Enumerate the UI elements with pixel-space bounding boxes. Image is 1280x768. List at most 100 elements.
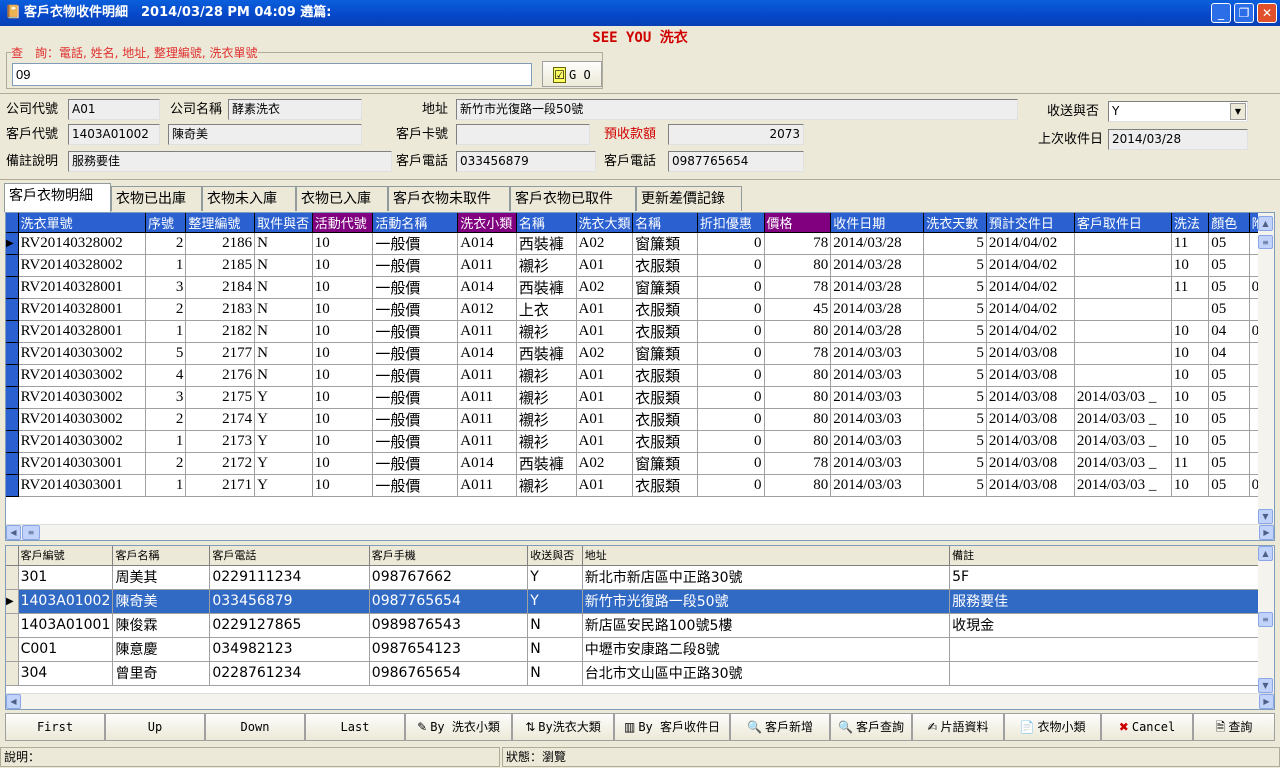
mobile-field[interactable]: 0987765654	[668, 151, 804, 172]
column-header[interactable]: 活動代號	[312, 213, 374, 233]
address-field[interactable]: 新竹市光復路一段50號	[456, 99, 1018, 120]
column-header[interactable]: 名稱	[632, 213, 698, 233]
button-5[interactable]: ⇅ By洗衣大類	[512, 713, 614, 741]
button-6[interactable]: ▥ By 客戶收件日	[614, 713, 730, 741]
column-header[interactable]: 顏色	[1208, 213, 1250, 233]
scroll-right-icon[interactable]: ▶	[1259, 525, 1274, 540]
list-item[interactable]: C001 陳意慶 034982123 0987654123 N 中壢市安康路二段8號	[6, 637, 1263, 662]
tab-5[interactable]: 客戶衣物已取件	[510, 186, 636, 211]
button-4[interactable]: ✎ By 洗衣小類	[405, 713, 512, 741]
go-button[interactable]: ☑ G O	[542, 61, 602, 87]
column-header[interactable]: 客戶編號	[18, 546, 114, 566]
table-row[interactable]: RV20140303002 1 2173 Y 10 一般價 A011 襯衫 A01 衣服類 0 80 2…	[6, 430, 1271, 453]
column-header[interactable]: 客戶取件日	[1074, 213, 1172, 233]
column-header[interactable]: 洗衣單號	[18, 213, 146, 233]
button-0[interactable]: First	[5, 713, 105, 741]
last-date-field[interactable]: 2014/03/28	[1108, 129, 1248, 150]
chevron-down-icon[interactable]: ▼	[1230, 103, 1246, 120]
table-row[interactable]: RV20140328001 1 2182 N 10 一般價 A011 襯衫 A01 衣服類 0 80 2…	[6, 320, 1271, 343]
column-header[interactable]: 價格	[764, 213, 832, 233]
column-header[interactable]: 收件日期	[830, 213, 925, 233]
customers-vscrollbar[interactable]: ▲ ≡ ▼	[1258, 546, 1274, 693]
scroll-thumb[interactable]: ≡	[1258, 612, 1273, 627]
scroll-up-icon[interactable]: ▲	[1258, 216, 1273, 231]
table-row[interactable]: RV20140328001 2 2183 N 10 一般價 A012 上衣 A01 衣服類 0 45 2…	[6, 298, 1271, 321]
tab-6[interactable]: 更新差價記錄	[636, 186, 742, 211]
column-header[interactable]: 序號	[145, 213, 187, 233]
close-button[interactable]: ✕	[1257, 3, 1277, 23]
items-vscrollbar[interactable]: ▲ ≡ ▼	[1258, 213, 1274, 524]
search-input[interactable]	[12, 63, 532, 86]
column-header[interactable]: 客戶名稱	[112, 546, 211, 566]
list-item[interactable]: 301 周美其 0229111234 098767662 Y 新北市新店區中正路30號 5F	[6, 565, 1263, 590]
tab-0[interactable]: 客戶衣物明細	[4, 183, 111, 212]
table-row[interactable]: RV20140303002 2 2174 Y 10 一般價 A011 襯衫 A01 衣服類 0 80 2…	[6, 408, 1271, 431]
table-row[interactable]: RV20140303002 5 2177 N 10 一般價 A014 西裝褲 A02 窗簾類 0 78…	[6, 342, 1271, 365]
button-9[interactable]: ✍ 片語資料	[912, 713, 1004, 741]
customer-code-field[interactable]: 1403A01002	[68, 124, 160, 145]
table-row[interactable]: RV20140303002 4 2176 N 10 一般價 A011 襯衫 A01 衣服類 0 80 2…	[6, 364, 1271, 387]
customer-name-field[interactable]: 陳奇美	[168, 124, 362, 145]
button-1[interactable]: Up	[105, 713, 205, 741]
column-header[interactable]: 客戶手機	[369, 546, 529, 566]
column-header[interactable]: 地址	[582, 546, 951, 566]
column-header[interactable]: 取件與否	[254, 213, 313, 233]
tab-4[interactable]: 客戶衣物未取件	[388, 186, 510, 211]
tab-3[interactable]: 衣物已入庫	[296, 186, 388, 211]
column-header[interactable]: 洗衣小類	[457, 213, 517, 233]
scroll-up-icon[interactable]: ▲	[1258, 546, 1273, 561]
minimize-button[interactable]: _	[1211, 3, 1231, 23]
scroll-thumb[interactable]: ≡	[22, 525, 40, 540]
list-item[interactable]: 1403A01001 陳俊霖 0229127865 0989876543 N 新店區安民路…	[6, 613, 1263, 638]
table-row[interactable]: RV20140303002 3 2175 Y 10 一般價 A011 襯衫 A01 衣服類 0 80 2…	[6, 386, 1271, 409]
tab-1[interactable]: 衣物已出庫	[111, 186, 202, 211]
column-header[interactable]: 收送與否	[527, 546, 583, 566]
tab-2[interactable]: 衣物未入庫	[202, 186, 296, 211]
column-header[interactable]: 折扣優惠	[697, 213, 765, 233]
card-field[interactable]	[456, 124, 590, 145]
button-2[interactable]: Down	[205, 713, 305, 741]
column-header[interactable]: 整理編號	[185, 213, 256, 233]
list-item[interactable]: 304 曾里奇 0228761234 0986765654 N 台北市文山區中正路30號	[6, 661, 1263, 686]
prepaid-field[interactable]: 2073	[668, 124, 804, 145]
button-7[interactable]: 🔍 客戶新增	[730, 713, 830, 741]
button-11[interactable]: ✖ Cancel	[1101, 713, 1193, 741]
table-cell: A011	[457, 254, 517, 277]
table-row[interactable]: ▶ RV20140328002 2 2186 N 10 一般價 A014 西裝褲 A02 窗簾類 0 7…	[6, 232, 1271, 255]
scroll-left-icon[interactable]: ◀	[6, 694, 21, 709]
column-header[interactable]: 活動名稱	[372, 213, 459, 233]
column-header[interactable]: 洗法	[1171, 213, 1210, 233]
button-12[interactable]: 🗎 查詢	[1193, 713, 1275, 741]
items-hscrollbar[interactable]: ◀ ≡ ▶	[6, 524, 1274, 540]
delivery-select[interactable]: Y ▼	[1108, 101, 1248, 122]
table-row[interactable]: RV20140328002 1 2185 N 10 一般價 A011 襯衫 A01 衣服類 0 80 2…	[6, 254, 1271, 277]
table-cell: 2014/03/03	[830, 452, 925, 475]
scroll-thumb[interactable]: ≡	[1258, 235, 1273, 249]
customers-hscrollbar[interactable]: ◀ ▶	[6, 693, 1274, 709]
note-field[interactable]: 服務要佳	[68, 151, 392, 172]
table-row[interactable]: RV20140303001 2 2172 Y 10 一般價 A014 西裝褲 A02 窗簾類 0 78…	[6, 452, 1271, 475]
customers-grid[interactable]: 客戶編號 客戶名稱 客戶電話 客戶手機 收送與否 地址 備註 301 周美其 0229111234…	[5, 545, 1275, 710]
button-10[interactable]: 📄 衣物小類	[1004, 713, 1101, 741]
company-code-field[interactable]: A01	[68, 99, 160, 120]
column-header[interactable]: 備註	[949, 546, 1263, 566]
table-row[interactable]: RV20140303001 1 2171 Y 10 一般價 A011 襯衫 A01 衣服類 0 80 2…	[6, 474, 1271, 497]
column-header[interactable]: 名稱	[516, 213, 577, 233]
maximize-button[interactable]: ❐	[1234, 3, 1254, 23]
scroll-right-icon[interactable]: ▶	[1259, 694, 1274, 709]
column-header[interactable]: 預計交件日	[986, 213, 1075, 233]
list-item[interactable]: ▶ 1403A01002 陳奇美 033456879 0987765654 Y 新竹市光復路…	[6, 589, 1263, 614]
column-header[interactable]: 客戶電話	[209, 546, 370, 566]
button-8[interactable]: 🔍 客戶查詢	[830, 713, 912, 741]
column-header[interactable]: 洗衣大類	[576, 213, 634, 233]
table-row[interactable]: RV20140328001 3 2184 N 10 一般價 A014 西裝褲 A02 窗簾類 0 78…	[6, 276, 1271, 299]
scroll-down-icon[interactable]: ▼	[1258, 678, 1273, 693]
table-cell: A02	[576, 452, 634, 475]
items-grid[interactable]: 洗衣單號 序號 整理編號 取件與否 活動代號 活動名稱 洗衣小類 名稱 洗衣大類 名稱 折扣優惠 價格…	[5, 212, 1275, 541]
company-name-field[interactable]: 酵素洗衣	[228, 99, 362, 120]
phone-field[interactable]: 033456879	[456, 151, 596, 172]
button-3[interactable]: Last	[305, 713, 405, 741]
scroll-down-icon[interactable]: ▼	[1258, 509, 1273, 524]
scroll-left-icon[interactable]: ◀	[6, 525, 21, 540]
column-header[interactable]: 洗衣天數	[923, 213, 987, 233]
